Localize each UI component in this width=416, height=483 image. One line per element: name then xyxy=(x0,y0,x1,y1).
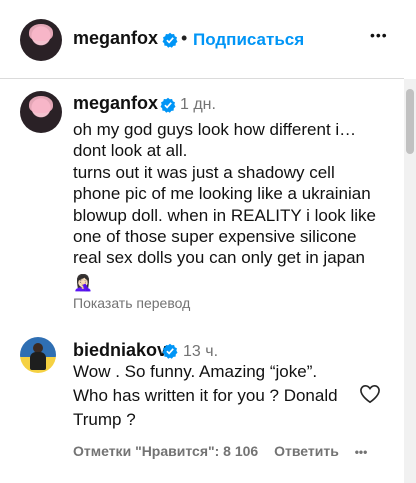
caption-username[interactable]: meganfox xyxy=(73,93,158,114)
comment-text: Wow . So funny. Amazing “joke”. Who has … xyxy=(73,362,338,429)
show-translation-link[interactable]: Показать перевод xyxy=(73,295,190,311)
verified-icon xyxy=(162,343,178,359)
facepalm-emoji: 🤦🏻‍♀️ xyxy=(73,275,93,292)
verified-icon xyxy=(160,97,176,113)
more-icon[interactable]: ••• xyxy=(355,445,368,459)
caption-time[interactable]: 1 дн. xyxy=(180,96,216,114)
follow-button[interactable]: Подписаться xyxy=(193,30,304,50)
avatar[interactable] xyxy=(20,19,62,61)
comment-username[interactable]: biedniakov xyxy=(73,340,167,361)
likes-count[interactable]: Отметки "Нравится": 8 106 xyxy=(73,443,258,459)
avatar-person-body xyxy=(30,352,46,370)
scrollbar[interactable] xyxy=(404,79,416,483)
comment-meta: Отметки "Нравится": 8 106 Ответить ••• xyxy=(73,443,379,459)
reply-button[interactable]: Ответить xyxy=(274,443,339,459)
caption-text: oh my god guys look how different i… don… xyxy=(73,120,377,268)
more-icon[interactable]: ••• xyxy=(370,27,388,43)
comment-avatar[interactable] xyxy=(20,337,56,373)
separator-dot: • xyxy=(181,28,188,48)
heart-icon[interactable] xyxy=(359,384,381,404)
verified-icon xyxy=(162,32,178,48)
comment-time[interactable]: 13 ч. xyxy=(183,343,218,361)
post-username[interactable]: meganfox xyxy=(73,28,158,49)
post-header: meganfox • Подписаться ••• xyxy=(0,0,404,79)
caption-avatar[interactable] xyxy=(20,91,62,133)
scrollbar-thumb[interactable] xyxy=(406,89,414,154)
